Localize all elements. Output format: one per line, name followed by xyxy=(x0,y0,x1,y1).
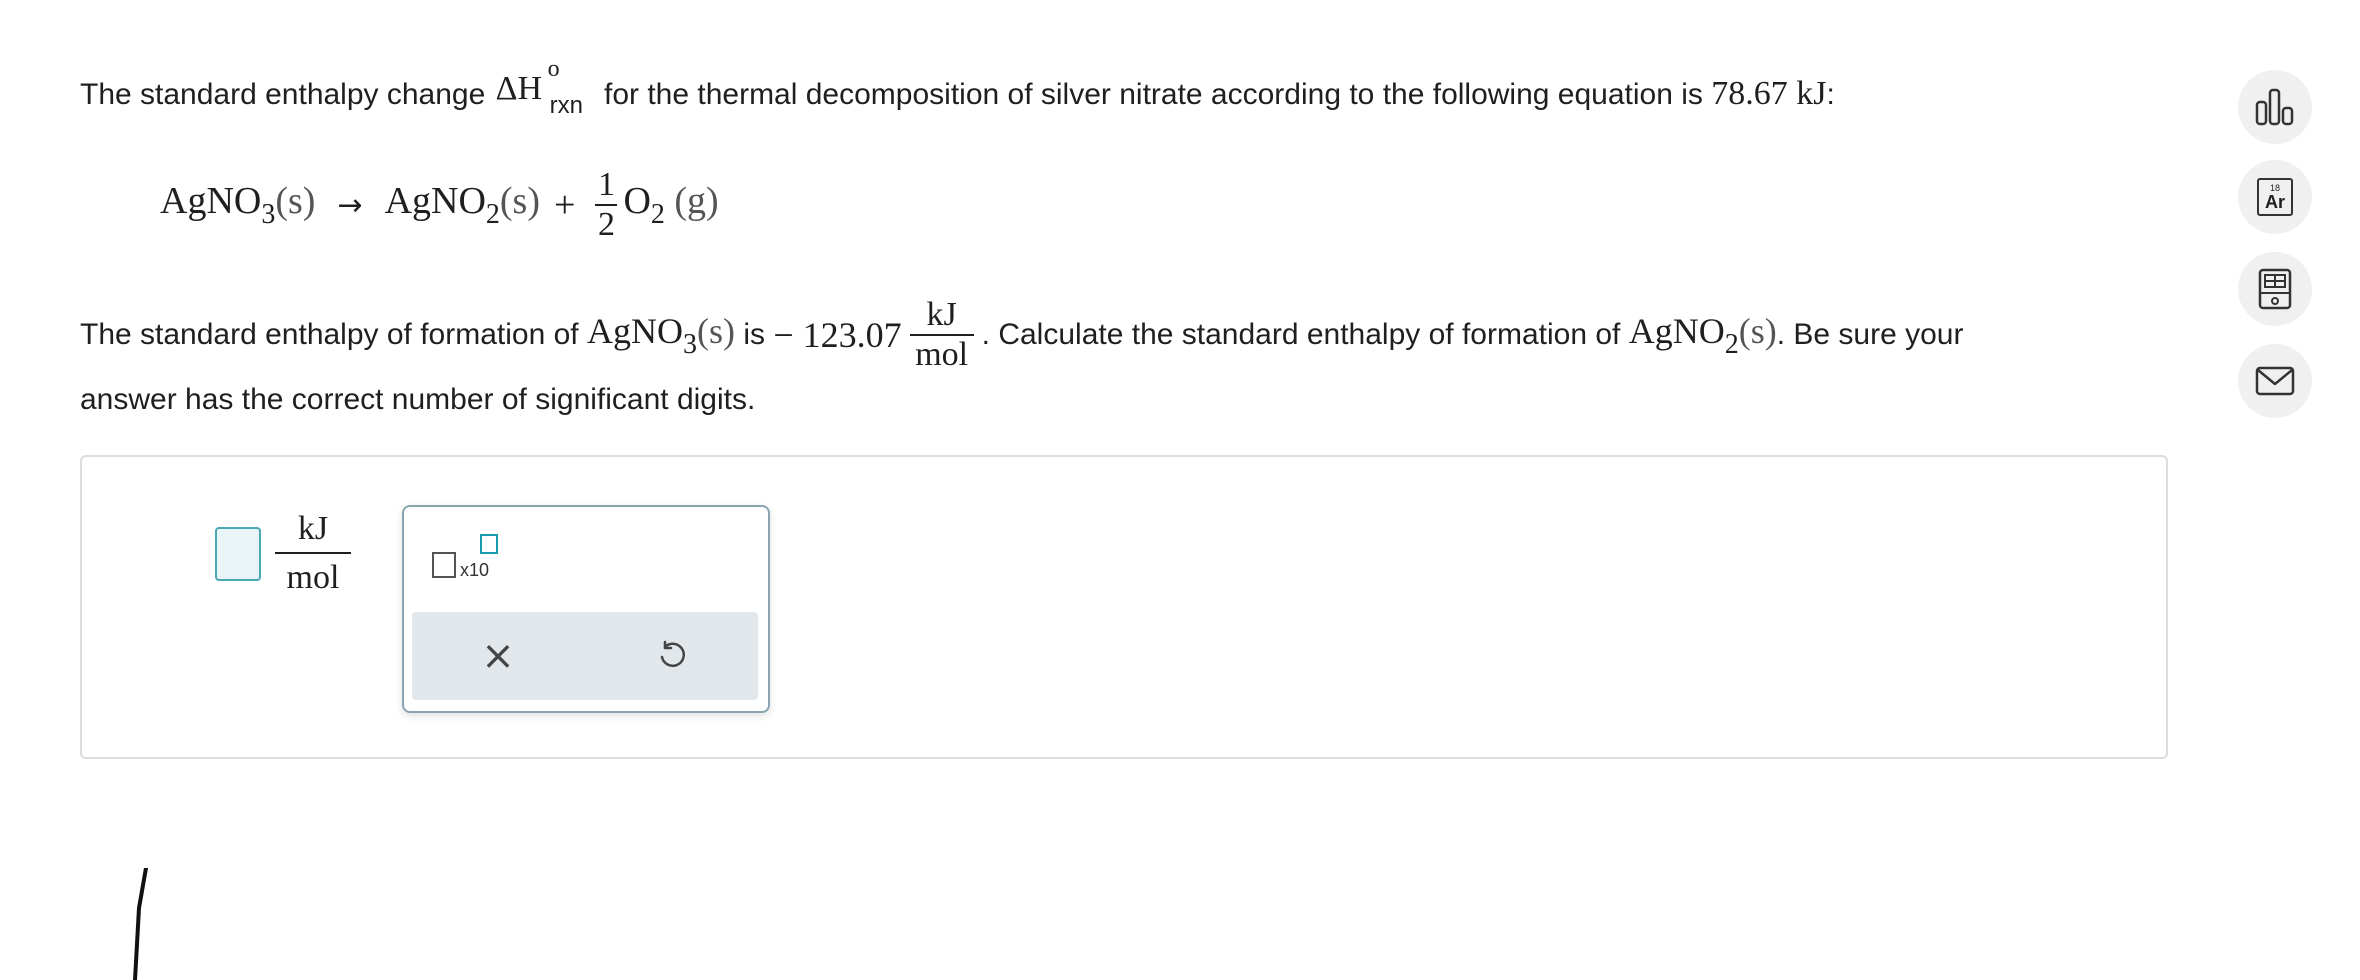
question-text-e: . Be sure your xyxy=(1776,318,1964,351)
answer-unit-bar xyxy=(275,552,351,554)
coefficient-numerator: 1 xyxy=(597,166,615,203)
product2-state: (g) xyxy=(674,180,719,222)
formation-enthalpy-value: − 123.07 xyxy=(773,315,902,355)
mail-icon xyxy=(2255,366,2295,396)
colon: : xyxy=(1826,78,1835,111)
close-icon: × xyxy=(481,633,515,679)
coefficient-fraction: 1 2 xyxy=(595,166,618,244)
answer-unit-denominator: mol xyxy=(286,559,340,596)
pen-stroke-mark xyxy=(133,868,148,980)
periodic-symbol: Ar xyxy=(2264,192,2285,212)
question-text-c: The standard enthalpy of formation of xyxy=(80,318,579,351)
undo-icon xyxy=(660,640,686,667)
species-agno3: AgNO3(s) xyxy=(587,310,735,361)
delta-h-sup: o xyxy=(547,56,560,82)
reactant-formula: AgNO xyxy=(160,180,262,222)
periodic-table-button[interactable]: 18 Ar xyxy=(2238,160,2312,234)
coefficient-denominator: 2 xyxy=(597,206,615,243)
product1-subscript: 2 xyxy=(485,199,500,230)
agno3-state: (s) xyxy=(696,310,735,351)
agno2-subscript: 2 xyxy=(1724,328,1739,360)
product1-state: (s) xyxy=(499,180,541,222)
question-text-d: . Calculate the standard enthalpy of for… xyxy=(981,318,1621,351)
reaction-arrow-icon: → xyxy=(337,187,363,223)
message-button[interactable] xyxy=(2238,344,2312,418)
x10-exponent-box xyxy=(480,534,498,554)
reaction-equation: AgNO3(s) → AgNO2(s) + 1 2 O2 (g) xyxy=(160,160,719,250)
answer-panel xyxy=(80,455,2168,759)
answer-unit-numerator: kJ xyxy=(297,510,329,547)
product2-subscript: 2 xyxy=(650,199,665,230)
periodic-table-icon: 18 Ar xyxy=(2257,178,2293,216)
delta-h-symbol: ΔH o rxn xyxy=(494,56,596,119)
agno3-subscript: 3 xyxy=(682,328,697,360)
clear-button[interactable]: × xyxy=(462,632,534,680)
product-agno2: AgNO2(s) xyxy=(385,179,540,231)
question-text-b: for the thermal decomposition of silver … xyxy=(603,78,1703,111)
question-text-is: is xyxy=(743,318,765,351)
calculator-button[interactable] xyxy=(2238,252,2312,326)
x10-label: x10 xyxy=(460,560,490,580)
undo-button[interactable] xyxy=(636,632,708,680)
unit-fraction: kJ mol xyxy=(909,296,974,374)
product-o2: O2 (g) xyxy=(623,179,718,231)
question-line-2: The standard enthalpy of formation of Ag… xyxy=(80,290,1963,380)
product1-formula: AgNO xyxy=(384,180,486,222)
delta-h: ΔH xyxy=(495,70,543,107)
agno2-state: (s) xyxy=(1738,310,1777,351)
x10-base-box xyxy=(432,552,456,578)
plus-sign: + xyxy=(554,184,576,226)
reactant-subscript: 3 xyxy=(261,199,276,230)
delta-h-sub: rxn xyxy=(549,92,583,119)
unit-denominator: mol xyxy=(915,336,969,373)
reactant-state: (s) xyxy=(275,180,316,222)
unit-numerator: kJ xyxy=(926,296,957,333)
bar-chart-icon xyxy=(2255,88,2294,126)
calculator-icon xyxy=(2258,268,2292,310)
agno2-formula: AgNO xyxy=(1628,310,1725,351)
reaction-enthalpy-value: 78.67 kJ xyxy=(1711,75,1827,112)
reactant-agno3: AgNO3(s) xyxy=(160,179,315,231)
agno3-formula: AgNO xyxy=(586,310,683,351)
answer-input[interactable] xyxy=(215,527,261,581)
question-line-3: answer has the correct number of signifi… xyxy=(80,383,756,416)
scientific-notation-button[interactable]: x10 xyxy=(428,530,510,580)
question-text-a: The standard enthalpy change xyxy=(80,78,486,111)
species-agno2: AgNO2(s) xyxy=(1629,310,1777,361)
answer-unit: kJ mol xyxy=(275,508,351,600)
data-chart-button[interactable] xyxy=(2238,70,2312,144)
question-intro: The standard enthalpy change ΔH o rxn fo… xyxy=(80,56,1835,119)
product2-formula: O xyxy=(623,180,651,222)
